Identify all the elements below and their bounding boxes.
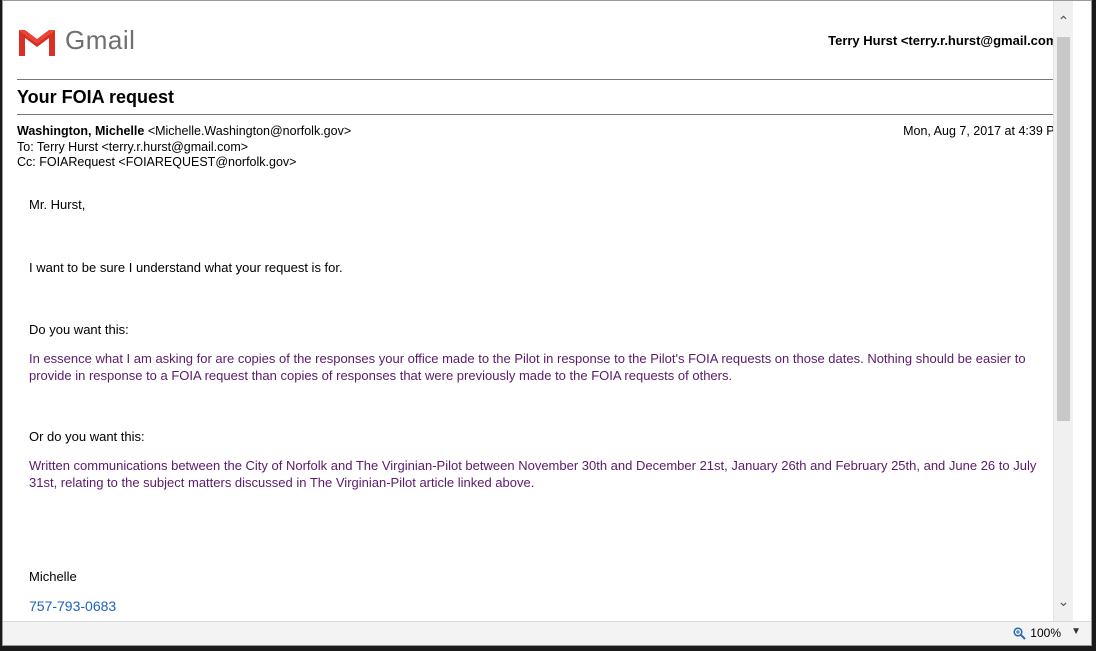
sender-email: <Michelle.Washington@norfolk.gov> (147, 124, 352, 138)
quoted-request-2: Written communications between the City … (29, 458, 1037, 490)
caret-down-icon[interactable]: ▼ (1071, 626, 1081, 637)
email-date: Mon, Aug 7, 2017 at 4:39 PM (903, 124, 1065, 138)
cc-line: Cc: FOIARequest <FOIAREQUEST@norfolk.gov… (17, 155, 297, 169)
body-line-1: I want to be sure I understand what your… (29, 260, 343, 275)
quoted-request-1: In essence what I am asking for are copi… (29, 351, 1026, 383)
sender-name: Washington, Michelle (17, 124, 145, 138)
magnifier-icon (1013, 626, 1027, 640)
chevron-down-icon[interactable]: ⌄ (1054, 589, 1073, 613)
question-1: Do you want this: (29, 322, 129, 337)
phone-link[interactable]: 757-793-0683 (29, 598, 116, 614)
scrollbar-thumb[interactable] (1057, 37, 1070, 421)
chevron-up-icon[interactable]: ⌃ (1054, 9, 1073, 33)
subject-divider (17, 114, 1065, 115)
signature: Michelle (29, 569, 77, 584)
question-2: Or do you want this: (29, 429, 145, 444)
zoom-level: 100% (1030, 626, 1061, 640)
account-label: Terry Hurst <terry.r.hurst@gmail.com> (828, 33, 1065, 48)
vertical-scrollbar[interactable]: ⌃ ⌄ (1053, 1, 1073, 621)
print-preview-window: Gmail Terry Hurst <terry.r.hurst@gmail.c… (2, 0, 1092, 646)
gmail-logo: Gmail (17, 25, 135, 56)
email-page: Gmail Terry Hurst <terry.r.hurst@gmail.c… (3, 1, 1073, 621)
gmail-brand-text: Gmail (65, 25, 136, 55)
zoom-control[interactable]: 100% (1013, 626, 1061, 640)
page-header: Gmail Terry Hurst <terry.r.hurst@gmail.c… (17, 21, 1065, 65)
greeting: Mr. Hurst, (29, 197, 86, 212)
email-meta: Washington, Michelle <Michelle.Washingto… (17, 124, 1065, 171)
status-bar: 100% ▼ (3, 621, 1091, 645)
header-divider (17, 79, 1065, 80)
to-line: To: Terry Hurst <terry.r.hurst@gmail.com… (17, 139, 249, 154)
email-subject: Your FOIA request (17, 87, 175, 107)
gmail-m-logo-icon (19, 29, 55, 56)
